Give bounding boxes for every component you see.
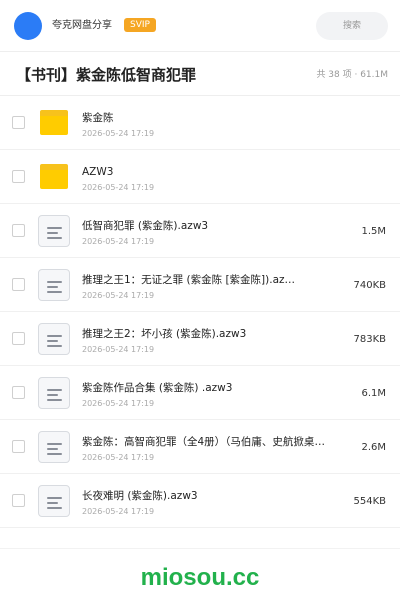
avatar[interactable]	[14, 12, 42, 40]
file-row[interactable]: 低智商犯罪 (紫金陈).azw3 2026-05-24 17:19 1.5M	[0, 204, 400, 258]
file-date: 2026-05-24 17:19	[82, 237, 155, 246]
file-row[interactable]: 推理之王1：无证之罪 (紫金陈 [紫金陈]).az… 2026-05-24 17:…	[0, 258, 400, 312]
file-name: 推理之王2：坏小孩 (紫金陈).azw3	[82, 328, 247, 340]
row-checkbox[interactable]	[12, 332, 25, 345]
folder-row[interactable]: AZW3 2026-05-24 17:19	[0, 150, 400, 204]
file-list: 紫金陈 2026-05-24 17:19 AZW3 2026-05-24 17:19 低…	[0, 96, 400, 528]
document-icon	[38, 431, 70, 463]
document-icon	[38, 377, 70, 409]
search-input[interactable]: 搜索	[316, 12, 388, 40]
folder-header: 【书刊】紫金陈低智商犯罪 共 38 项 · 61.1M	[0, 52, 400, 96]
row-checkbox[interactable]	[12, 224, 25, 237]
file-size: 2.6M	[361, 442, 386, 453]
share-user-name: 夸克网盘分享	[52, 20, 112, 31]
folder-item-count: 共 38 项 · 61.1M	[316, 70, 388, 80]
file-size: 740KB	[353, 280, 386, 291]
file-date: 2026-05-24 17:19	[82, 129, 155, 138]
top-bar: 夸克网盘分享 SVIP 搜索	[0, 0, 400, 52]
document-icon	[38, 323, 70, 355]
file-date: 2026-05-24 17:19	[82, 345, 155, 354]
file-name: 紫金陈：高智商犯罪（全4册）（马伯庸、史航掀桌推荐…	[82, 436, 332, 448]
file-name: 低智商犯罪 (紫金陈).azw3	[82, 220, 209, 232]
file-date: 2026-05-24 17:19	[82, 453, 155, 462]
file-size: 554KB	[353, 496, 386, 507]
row-checkbox[interactable]	[12, 170, 25, 183]
svip-badge: SVIP	[124, 18, 156, 32]
file-size: 6.1M	[361, 388, 386, 399]
file-name: AZW3	[82, 166, 114, 178]
file-name: 紫金陈作品合集 (紫金陈) .azw3	[82, 382, 233, 394]
row-checkbox[interactable]	[12, 278, 25, 291]
row-checkbox[interactable]	[12, 116, 25, 129]
folder-icon	[38, 107, 70, 139]
document-icon	[38, 215, 70, 247]
document-icon	[38, 485, 70, 517]
file-date: 2026-05-24 17:19	[82, 183, 155, 192]
folder-icon	[38, 161, 70, 193]
file-name: 推理之王1：无证之罪 (紫金陈 [紫金陈]).az…	[82, 274, 296, 286]
document-icon	[38, 269, 70, 301]
file-name: 紫金陈	[82, 112, 114, 124]
page-title: 【书刊】紫金陈低智商犯罪	[16, 66, 197, 84]
file-row[interactable]: 紫金陈作品合集 (紫金陈) .azw3 2026-05-24 17:19 6.1M	[0, 366, 400, 420]
file-date: 2026-05-24 17:19	[82, 399, 155, 408]
file-size: 783KB	[353, 334, 386, 345]
row-checkbox[interactable]	[12, 386, 25, 399]
row-checkbox[interactable]	[12, 494, 25, 507]
file-row[interactable]: 推理之王2：坏小孩 (紫金陈).azw3 2026-05-24 17:19 783K…	[0, 312, 400, 366]
divider	[0, 548, 400, 549]
file-date: 2026-05-24 17:19	[82, 507, 155, 516]
file-size: 1.5M	[361, 226, 386, 237]
row-checkbox[interactable]	[12, 440, 25, 453]
watermark-text: miosou.cc	[140, 564, 260, 591]
file-row[interactable]: 长夜难明 (紫金陈).azw3 2026-05-24 17:19 554KB	[0, 474, 400, 528]
folder-row[interactable]: 紫金陈 2026-05-24 17:19	[0, 96, 400, 150]
file-row[interactable]: 紫金陈：高智商犯罪（全4册）（马伯庸、史航掀桌推荐… 2026-05-24 17:…	[0, 420, 400, 474]
file-date: 2026-05-24 17:19	[82, 291, 155, 300]
file-name: 长夜难明 (紫金陈).azw3	[82, 490, 198, 502]
